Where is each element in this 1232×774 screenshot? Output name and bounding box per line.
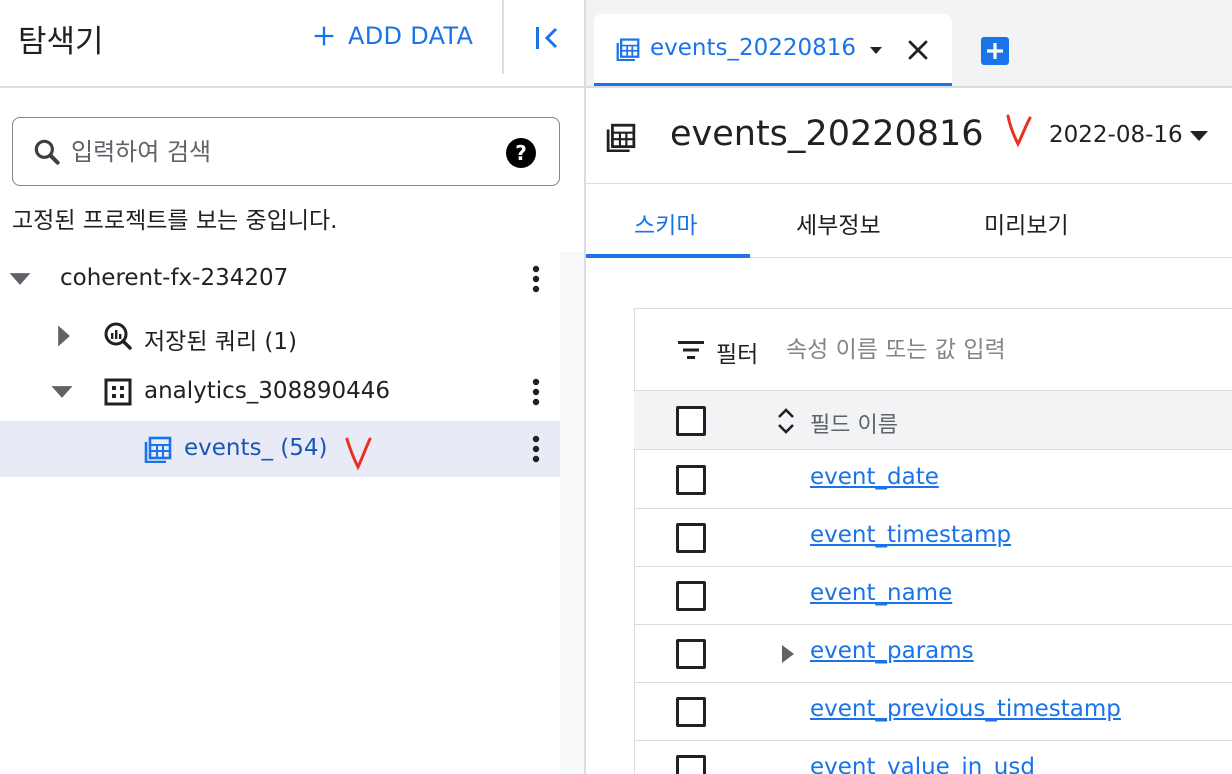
table-name: events_ (54) bbox=[184, 435, 328, 461]
select-all-checkbox[interactable] bbox=[676, 406, 706, 436]
help-icon[interactable]: ? bbox=[506, 138, 536, 168]
schema-field-row: event_value_in_usd bbox=[634, 741, 1232, 774]
filter-input[interactable] bbox=[786, 332, 1206, 368]
search-input[interactable] bbox=[71, 132, 491, 172]
red-check-mark-icon bbox=[345, 437, 372, 471]
field-name-link[interactable]: event_date bbox=[810, 464, 939, 490]
field-name-link[interactable]: event_previous_timestamp bbox=[810, 696, 1121, 722]
divider bbox=[586, 86, 1232, 88]
add-data-button[interactable]: ADD DATA bbox=[310, 22, 473, 50]
panel-resize-handle[interactable] bbox=[584, 0, 586, 774]
explorer-panel: 탐색기 ADD DATA ? 고정된 프로젝트를 보는 중입니다. cohere… bbox=[0, 0, 584, 774]
add-data-label: ADD DATA bbox=[348, 22, 474, 50]
svg-text:?: ? bbox=[515, 141, 527, 165]
schema-field-row: event_previous_timestamp bbox=[634, 683, 1232, 741]
divider bbox=[502, 0, 504, 74]
schema-field-row: event_name bbox=[634, 567, 1232, 625]
chevron-down-icon[interactable] bbox=[1188, 128, 1210, 144]
new-tab-icon[interactable] bbox=[980, 36, 1010, 66]
expand-arrow-icon[interactable] bbox=[50, 322, 78, 350]
schema-field-row: event_timestamp bbox=[634, 509, 1232, 567]
table-icon bbox=[144, 436, 172, 463]
field-checkbox[interactable] bbox=[676, 639, 706, 669]
filter-label: 필터 bbox=[716, 342, 759, 368]
more-options-icon[interactable] bbox=[526, 433, 546, 465]
divider bbox=[586, 183, 1232, 184]
search-box[interactable]: ? bbox=[12, 117, 560, 186]
divider bbox=[0, 86, 584, 88]
sort-icon[interactable] bbox=[774, 405, 798, 437]
search-icon bbox=[34, 139, 60, 165]
more-options-icon[interactable] bbox=[526, 376, 546, 408]
filter-icon bbox=[678, 341, 704, 359]
tree-item-project[interactable]: coherent-fx-234207 bbox=[0, 251, 560, 307]
field-checkbox[interactable] bbox=[676, 697, 706, 727]
close-icon[interactable] bbox=[904, 36, 932, 64]
tab-preview[interactable]: 미리보기 bbox=[984, 206, 1069, 240]
dataset-icon bbox=[104, 378, 132, 406]
plus-icon bbox=[314, 26, 334, 46]
scrollbar-track[interactable] bbox=[560, 252, 584, 774]
tab-schema[interactable]: 스키마 bbox=[634, 206, 697, 240]
collapse-arrow-icon[interactable] bbox=[6, 265, 34, 293]
schema-field-row: event_date bbox=[634, 451, 1232, 509]
tree-item-saved-queries[interactable]: 저장된 쿼리 (1) bbox=[0, 308, 560, 364]
saved-queries-label: 저장된 쿼리 (1) bbox=[144, 329, 298, 355]
active-subtab-indicator bbox=[586, 254, 750, 258]
tab-events-table[interactable]: events_20220816 bbox=[594, 14, 952, 86]
more-options-icon[interactable] bbox=[526, 263, 546, 295]
dataset-name: analytics_308890446 bbox=[144, 378, 391, 404]
pinned-projects-note: 고정된 프로젝트를 보는 중입니다. bbox=[12, 208, 338, 234]
table-icon bbox=[616, 38, 640, 61]
field-checkbox[interactable] bbox=[676, 755, 706, 774]
schema-field-row: event_params bbox=[634, 625, 1232, 683]
table-title: events_20220816 bbox=[670, 114, 984, 154]
date-shard-select[interactable]: 2022-08-16 bbox=[1049, 122, 1183, 148]
field-name-link[interactable]: event_name bbox=[810, 580, 952, 606]
red-check-mark-icon bbox=[1006, 114, 1032, 148]
field-name-link[interactable]: event_value_in_usd bbox=[810, 754, 1035, 774]
collapse-arrow-icon[interactable] bbox=[48, 378, 76, 406]
chevron-down-icon[interactable] bbox=[868, 42, 884, 58]
field-name-link[interactable]: event_timestamp bbox=[810, 522, 1011, 548]
schema-column-header: 필드 이름 bbox=[634, 390, 1232, 450]
table-icon bbox=[606, 123, 636, 152]
field-name-column-label: 필드 이름 bbox=[810, 413, 898, 438]
tree-item-dataset[interactable]: analytics_308890446 bbox=[0, 364, 560, 420]
project-name: coherent-fx-234207 bbox=[60, 265, 289, 291]
saved-query-icon bbox=[104, 322, 132, 350]
field-name-link[interactable]: event_params bbox=[810, 638, 974, 664]
tab-details[interactable]: 세부정보 bbox=[796, 206, 881, 240]
collapse-panel-icon[interactable] bbox=[530, 22, 562, 54]
field-checkbox[interactable] bbox=[676, 523, 706, 553]
field-checkbox[interactable] bbox=[676, 465, 706, 495]
field-checkbox[interactable] bbox=[676, 581, 706, 611]
explorer-title: 탐색기 bbox=[18, 24, 104, 60]
tree-item-table[interactable]: events_ (54) bbox=[0, 421, 560, 477]
expand-arrow-icon[interactable] bbox=[780, 643, 796, 665]
divider bbox=[634, 308, 1232, 309]
tab-label: events_20220816 bbox=[650, 35, 857, 61]
